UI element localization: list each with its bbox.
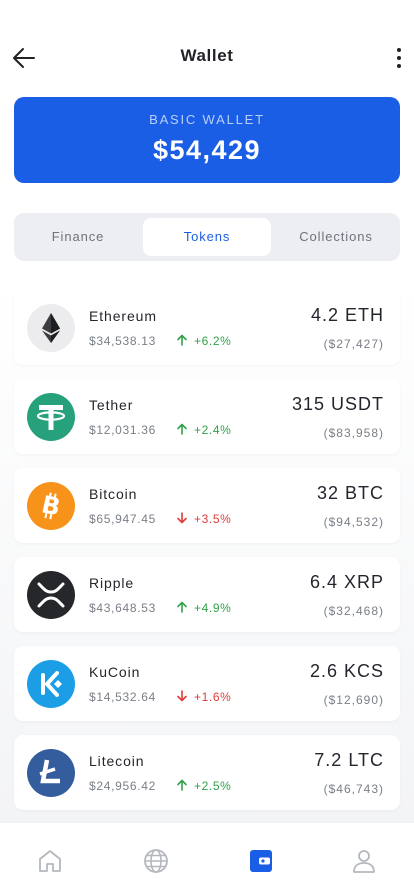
- token-row-ripple[interactable]: Ripple $43,648.53 +4.9% 6.4 XRP ($32,468…: [14, 557, 400, 632]
- nav-explore[interactable]: [142, 847, 170, 875]
- bottom-nav: [0, 822, 414, 896]
- token-amount: 7.2 LTC: [314, 750, 384, 770]
- token-change-value: +6.2%: [194, 334, 232, 348]
- dot-icon: [397, 64, 401, 68]
- tab-tokens[interactable]: Tokens: [143, 218, 271, 256]
- token-amount: 6.4 XRP: [309, 572, 384, 592]
- token-amount: 4.2 ETH: [310, 305, 384, 325]
- arrow-up-icon: [177, 601, 187, 613]
- litecoin-icon: [27, 749, 75, 797]
- token-name: Ethereum: [89, 308, 157, 324]
- tab-bar: Finance Tokens Collections: [14, 213, 400, 261]
- token-fiat-value: ($32,468): [323, 604, 384, 618]
- profile-icon: [353, 850, 375, 873]
- token-fiat-value: ($27,427): [323, 337, 384, 351]
- dot-icon: [397, 56, 401, 60]
- bitcoin-icon: B: [27, 482, 75, 530]
- wallet-balance-card[interactable]: BASIC WALLET $54,429: [14, 97, 400, 183]
- more-options-button[interactable]: [392, 44, 406, 72]
- token-name: Tether: [89, 397, 134, 413]
- token-change: +2.4%: [176, 423, 231, 437]
- dot-icon: [397, 48, 401, 52]
- nav-home[interactable]: [36, 847, 64, 875]
- token-fiat-value: ($83,958): [323, 426, 384, 440]
- tab-collections[interactable]: Collections: [272, 218, 400, 256]
- wallet-icon: [250, 850, 272, 872]
- token-change-value: +2.4%: [194, 423, 232, 437]
- arrow-down-icon: [177, 512, 187, 524]
- token-price: $24,956.42: [89, 779, 157, 793]
- token-change-value: +3.5%: [194, 512, 232, 526]
- token-change: +1.6%: [176, 690, 231, 704]
- globe-icon: [144, 849, 168, 873]
- token-fiat-value: ($46,743): [323, 782, 384, 796]
- token-amount: 315 USDT: [291, 394, 384, 414]
- nav-wallet[interactable]: [247, 847, 275, 875]
- token-price: $43,648.53: [89, 601, 157, 615]
- token-row-kucoin[interactable]: KuCoin $14,532.64 +1.6% 2.6 KCS ($12,690…: [14, 646, 400, 721]
- tab-finance[interactable]: Finance: [14, 218, 142, 256]
- arrow-up-icon: [177, 423, 187, 435]
- token-change-value: +4.9%: [194, 601, 232, 615]
- token-row-tether[interactable]: Tether $12,031.36 +2.4% 315 USDT ($83,95…: [14, 379, 400, 454]
- token-amount: 32 BTC: [316, 483, 384, 503]
- page-title: Wallet: [180, 46, 234, 65]
- token-row-litecoin[interactable]: Litecoin $24,956.42 +2.5% 7.2 LTC ($46,7…: [14, 735, 400, 810]
- token-change: +3.5%: [176, 512, 231, 526]
- token-change-value: +2.5%: [194, 779, 232, 793]
- token-name: Ripple: [89, 575, 135, 591]
- wallet-label: BASIC WALLET: [149, 112, 265, 127]
- token-name: Litecoin: [89, 753, 145, 769]
- arrow-up-icon: [177, 779, 187, 791]
- arrow-up-icon: [177, 334, 187, 346]
- token-price: $14,532.64: [89, 690, 157, 704]
- home-icon: [39, 850, 61, 872]
- ethereum-icon: [27, 304, 75, 352]
- token-change-value: +1.6%: [194, 690, 232, 704]
- arrow-down-icon: [177, 690, 187, 702]
- wallet-balance: $54,429: [152, 135, 262, 165]
- token-change: +6.2%: [176, 334, 231, 348]
- token-row-ethereum[interactable]: Ethereum $34,538.13 +6.2% 4.2 ETH ($27,4…: [14, 290, 400, 365]
- token-change: +4.9%: [176, 601, 231, 615]
- token-name: Bitcoin: [89, 486, 138, 502]
- token-change: +2.5%: [176, 779, 231, 793]
- token-row-bitcoin[interactable]: B Bitcoin $65,947.45 +3.5% 32 BTC ($94,5…: [14, 468, 400, 543]
- token-fiat-value: ($12,690): [323, 693, 384, 707]
- token-price: $65,947.45: [89, 512, 157, 526]
- token-fiat-value: ($94,532): [323, 515, 384, 529]
- token-price: $12,031.36: [89, 423, 157, 437]
- ripple-icon: [27, 571, 75, 619]
- tether-icon: [27, 393, 75, 441]
- nav-profile[interactable]: [350, 847, 378, 875]
- token-name: KuCoin: [89, 664, 141, 680]
- token-price: $34,538.13: [89, 334, 157, 348]
- token-amount: 2.6 KCS: [309, 661, 384, 681]
- kucoin-icon: [27, 660, 75, 708]
